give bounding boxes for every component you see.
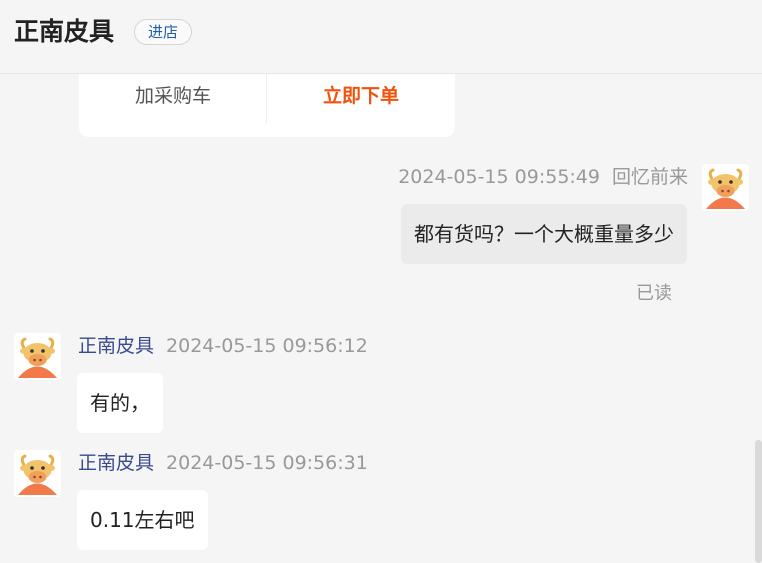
product-order-card: 加采购车 立即下单 [79, 74, 455, 137]
add-to-cart-button[interactable]: 加采购车 [79, 74, 267, 119]
message-time: 2024-05-15 09:56:12 [166, 335, 368, 357]
message-bubble: 有的， [77, 373, 163, 433]
message-bubble: 0.11左右吧 [77, 490, 208, 550]
buy-now-button[interactable]: 立即下单 [267, 74, 455, 119]
user-avatar-icon[interactable] [702, 164, 749, 211]
message-sender: 正南皮具 [78, 335, 155, 357]
read-status-badge: 已读 [636, 283, 672, 304]
message-time: 2024-05-15 09:56:31 [166, 452, 368, 474]
shop-name: 正南皮具 [14, 17, 115, 46]
message-time: 2024-05-15 09:55:49 [398, 166, 600, 188]
message-sender: 正南皮具 [78, 452, 155, 474]
enter-store-button[interactable]: 进店 [134, 19, 192, 45]
message-meta: 正南皮具 2024-05-15 09:56:31 [78, 451, 368, 475]
message-sender: 回忆前来 [611, 166, 688, 188]
message-bubble: 都有货吗？一个大概重量多少 [401, 204, 687, 264]
message-meta: 正南皮具 2024-05-15 09:56:12 [78, 334, 368, 358]
shop-avatar-icon[interactable] [14, 333, 61, 380]
scrollbar[interactable] [755, 440, 762, 563]
shop-avatar-icon[interactable] [14, 450, 61, 497]
chat-header: 正南皮具 进店 [0, 0, 762, 74]
message-meta: 2024-05-15 09:55:49 回忆前来 [398, 165, 688, 189]
